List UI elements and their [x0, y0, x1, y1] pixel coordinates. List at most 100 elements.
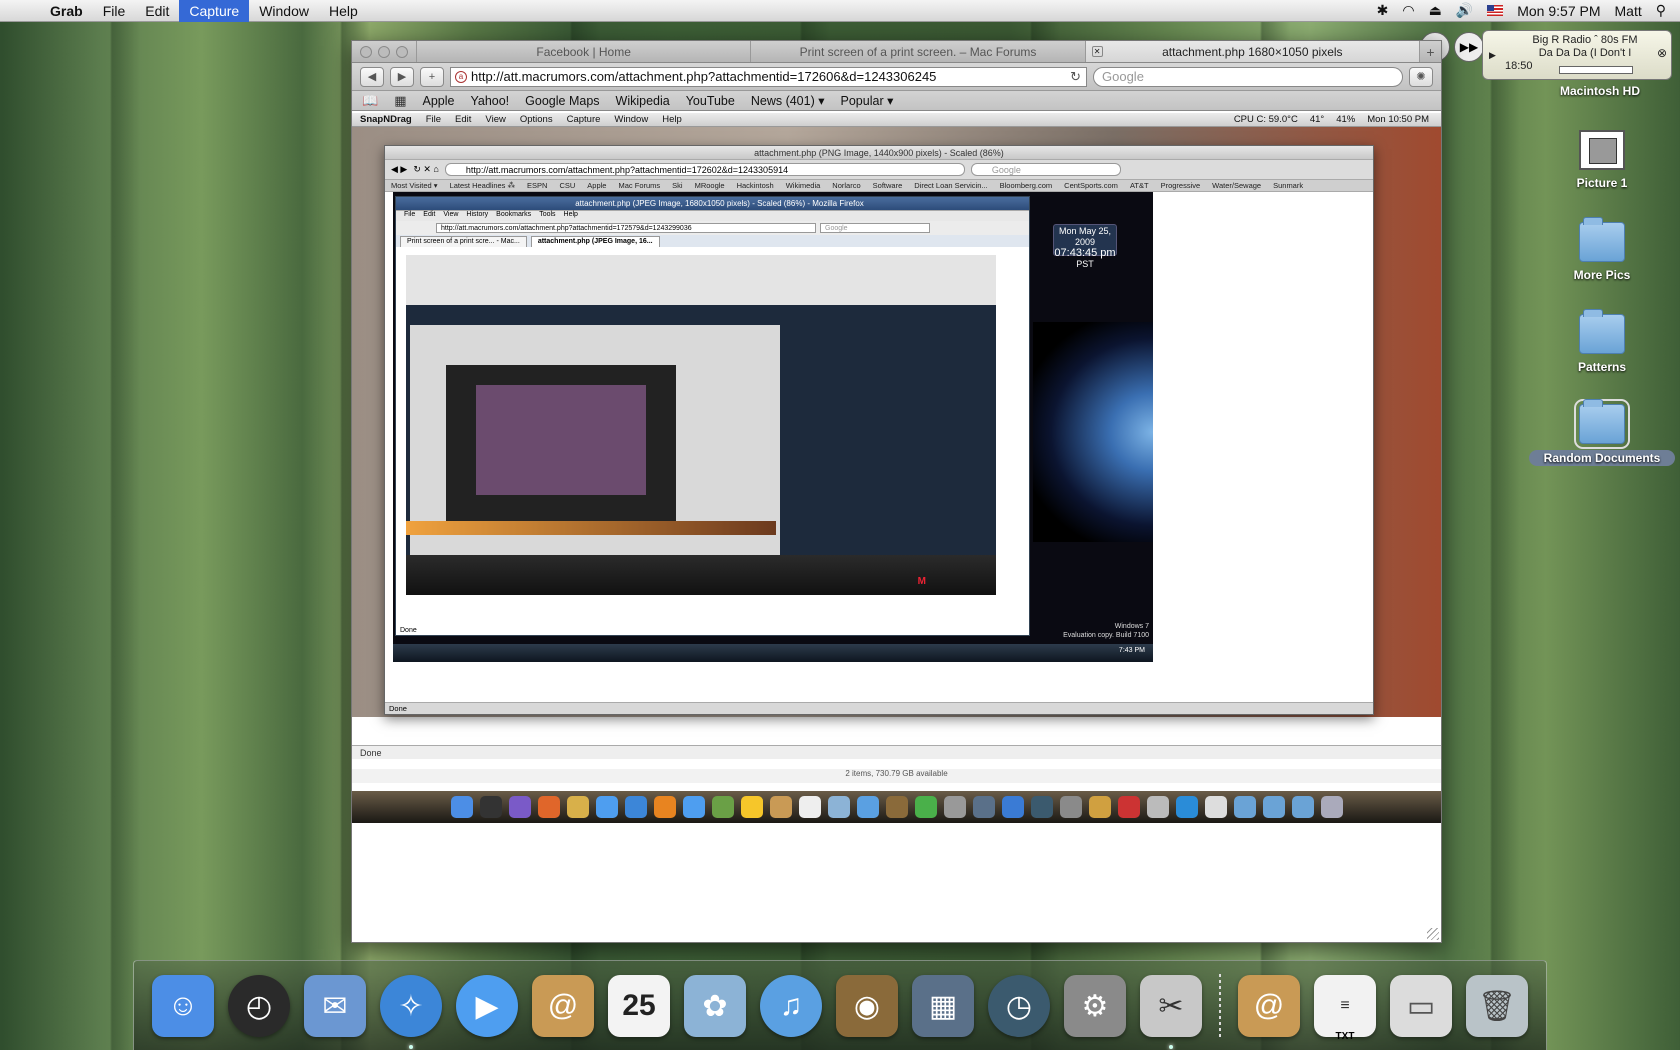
menu-app-name[interactable]: Grab [40, 0, 93, 22]
inner-menu-item: Window [614, 114, 649, 125]
radio-play-icon[interactable]: ▶ [1489, 49, 1496, 62]
volume-icon[interactable]: 🔊 [1456, 2, 1473, 19]
window-resize-grip[interactable] [1427, 928, 1439, 940]
back-button[interactable]: ◀ [360, 66, 384, 87]
inner-dock-item [711, 796, 734, 818]
nested-dark-dock [406, 555, 996, 595]
menu-user[interactable]: Matt [1615, 3, 1642, 19]
dock-safari[interactable]: ✧ [377, 970, 445, 1049]
bookmark-popular[interactable]: Popular ▾ [841, 93, 894, 108]
inner-firefox-search: Google [970, 163, 1121, 176]
dock-ical[interactable]: 25 [605, 970, 673, 1042]
radio-progress-bar[interactable] [1559, 66, 1633, 74]
radio-widget: ▶ Big R Radio ˆ 80s FM Da Da Da (I Don't… [1482, 30, 1672, 80]
dock-ichat[interactable]: ▶ [453, 970, 521, 1042]
menu-capture[interactable]: Capture [179, 0, 250, 22]
bookmark-wikipedia[interactable]: Wikipedia [616, 94, 670, 108]
ical-icon: 25 [608, 975, 670, 1037]
menu-help[interactable]: Help [319, 0, 368, 22]
inner-dock-item [943, 796, 966, 818]
tab-mac-forums[interactable]: Print screen of a print screen. – Mac Fo… [750, 41, 1084, 62]
dock-iphoto[interactable]: ✿ [681, 970, 749, 1042]
dock-disk-image[interactable]: ▭ [1387, 970, 1455, 1042]
menu-clock[interactable]: Mon 9:57 PM [1517, 3, 1600, 19]
spotlight-icon[interactable]: ⚲ [1656, 2, 1666, 19]
desktop-icon-patterns[interactable]: Patterns [1547, 309, 1657, 374]
win7-tab: attachment.php (JPEG Image, 16... [530, 236, 660, 247]
bookmark-google-maps[interactable]: Google Maps [525, 94, 599, 108]
address-book-doc-icon: @ [1238, 975, 1300, 1037]
bookmark-youtube[interactable]: YouTube [686, 94, 735, 108]
desktop-icon-more-pics[interactable]: More Pics [1547, 217, 1657, 282]
tab-attachment[interactable]: ✕ attachment.php 1680×1050 pixels [1084, 41, 1419, 62]
dock-txt-file[interactable]: ≡ TXT [1311, 970, 1379, 1042]
dock-dashboard[interactable]: ◴ [225, 970, 293, 1042]
inner-menu-item: Capture [566, 114, 601, 125]
dock-trash[interactable]: 🗑 [1463, 970, 1531, 1042]
address-bar[interactable]: a http://att.macrumors.com/attachment.ph… [450, 66, 1087, 87]
bookmark-yahoo[interactable]: Yahoo! [470, 94, 509, 108]
dashboard-icon: ◴ [228, 975, 290, 1037]
desktop-icon-label: Picture 1 [1576, 176, 1628, 190]
win7-clock-time: 07:43:45 pm [1054, 247, 1116, 259]
minimize-button[interactable] [378, 46, 390, 58]
tab-facebook[interactable]: Facebook | Home [416, 41, 750, 62]
input-menu-flag-icon[interactable] [1487, 5, 1504, 16]
close-button[interactable] [360, 46, 372, 58]
inner-bookmark: Norlarco [832, 181, 861, 190]
inner-menu-item: Edit [455, 114, 472, 125]
dock-time-machine[interactable]: ◷ [985, 970, 1053, 1042]
inner-dock-item [1146, 796, 1169, 818]
inner-bookmark: Bloomberg.com [999, 181, 1053, 190]
dock-finder[interactable]: ☺ [149, 970, 217, 1042]
safari-window: Facebook | Home Print screen of a print … [351, 40, 1442, 943]
dock-system-preferences[interactable]: ⚙ [1061, 970, 1129, 1042]
forward-button[interactable]: ▶ [390, 66, 414, 87]
site-favicon-icon: a [455, 70, 467, 83]
dock-itunes[interactable]: ♫ [757, 970, 825, 1042]
bluetooth-icon[interactable]: ✱ [1377, 2, 1389, 19]
inner-desktop: attachment.php (PNG Image, 1440x900 pixe… [352, 127, 1441, 717]
desktop-icon-random-documents[interactable]: Random Documents [1529, 399, 1675, 466]
debug-bug-icon[interactable]: ✺ [1409, 66, 1433, 87]
wifi-icon[interactable]: ◠ [1402, 2, 1414, 19]
inner-menu-item: File [425, 114, 442, 125]
dock-photo-booth[interactable]: ◉ [833, 970, 901, 1042]
radio-track: Da Da Da (I Don't I [1538, 47, 1632, 59]
win7-menu-item: Help [563, 211, 578, 218]
new-tab-button[interactable]: + [1418, 41, 1441, 62]
inner-bookmark: Most Visited ▾ [391, 181, 438, 190]
tab-close-icon[interactable]: ✕ [1091, 46, 1103, 57]
bookmark-news[interactable]: News (401) ▾ [751, 93, 825, 108]
page-content-image: SnapNDrag File Edit View Options Capture… [352, 113, 1441, 942]
system-preferences-icon: ⚙ [1064, 975, 1126, 1037]
dock-address-book[interactable]: @ [529, 970, 597, 1042]
media-next-button[interactable]: ▶▶ [1454, 32, 1484, 62]
bookmarks-book-icon[interactable]: 📖 [362, 93, 378, 109]
menu-window[interactable]: Window [249, 0, 319, 22]
dock-grab[interactable]: ✂ [1137, 970, 1205, 1049]
reload-icon[interactable]: ↻ [1070, 68, 1081, 86]
bookmark-apple[interactable]: Apple [422, 94, 454, 108]
radio-close-icon[interactable]: ⊗ [1657, 47, 1667, 60]
add-bookmark-button[interactable]: + [420, 66, 444, 87]
macintosh-hd-label[interactable]: Macintosh HD [1560, 84, 1640, 98]
eject-icon[interactable]: ⏏ [1429, 2, 1442, 19]
inner-menu-item: Help [662, 114, 682, 125]
win7-menu-item: Bookmarks [496, 211, 532, 218]
win7-watermark-line2: Evaluation copy. Build 7100 [1063, 632, 1149, 639]
dock-spaces[interactable]: ▦ [909, 970, 977, 1042]
zoom-button[interactable] [396, 46, 408, 58]
dock-address-book-doc[interactable]: @ [1235, 970, 1303, 1042]
inner-temp: 41° [1309, 114, 1325, 125]
itunes-icon: ♫ [760, 975, 822, 1037]
win7-clock-date: Mon May 25, 2009 [1058, 226, 1112, 247]
iphoto-icon: ✿ [684, 975, 746, 1037]
top-sites-grid-icon[interactable]: ▦ [394, 93, 406, 109]
search-input[interactable]: Google [1093, 66, 1403, 87]
inner-dock-item [769, 796, 792, 818]
menu-file[interactable]: File [93, 0, 136, 22]
menu-edit[interactable]: Edit [135, 0, 179, 22]
desktop-icon-picture-1[interactable]: Picture 1 [1547, 130, 1657, 190]
dock-mail[interactable]: ✉ [301, 970, 369, 1042]
